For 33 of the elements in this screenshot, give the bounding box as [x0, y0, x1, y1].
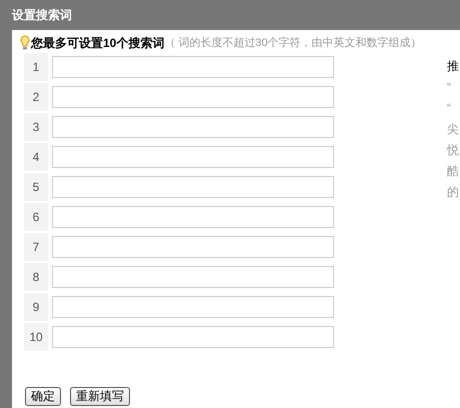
row-number: 3 — [24, 113, 48, 141]
row-number: 5 — [24, 173, 48, 201]
hint-title: 您最多可设置10个搜索词 — [31, 35, 164, 52]
keyword-input[interactable] — [52, 146, 334, 168]
form-button[interactable]: 重新填写 — [70, 387, 130, 406]
window-title: 设置搜索词 — [12, 7, 72, 24]
row-number: 9 — [24, 293, 48, 321]
side-text: 尖 — [447, 121, 459, 138]
keyword-input[interactable] — [52, 206, 334, 228]
row-number: 8 — [24, 263, 48, 291]
side-heading: 推 — [447, 58, 459, 75]
keyword-input[interactable] — [52, 56, 334, 78]
row-number: 4 — [24, 143, 48, 171]
keyword-input[interactable] — [52, 326, 334, 348]
side-text: 的 — [447, 184, 459, 201]
row-number: 7 — [24, 233, 48, 261]
keyword-input[interactable] — [52, 266, 334, 288]
hint-note: （ 词的长度不超过30个字符，由中英文和数字组成） — [164, 36, 422, 51]
row-number: 10 — [24, 323, 48, 351]
side-text: 悦 — [447, 142, 459, 159]
keyword-input[interactable] — [52, 86, 334, 108]
keyword-input[interactable] — [52, 236, 334, 258]
form-button[interactable]: 确定 — [25, 387, 61, 406]
side-text: “ — [447, 100, 452, 117]
keyword-input[interactable] — [52, 116, 334, 138]
row-number: 6 — [24, 203, 48, 231]
side-text: “ — [447, 79, 452, 96]
lightbulb-icon — [20, 35, 30, 51]
side-text: 酷 — [447, 163, 459, 180]
row-number: 1 — [24, 53, 48, 81]
keyword-input[interactable] — [52, 176, 334, 198]
keyword-input[interactable] — [52, 296, 334, 318]
row-number: 2 — [24, 83, 48, 111]
